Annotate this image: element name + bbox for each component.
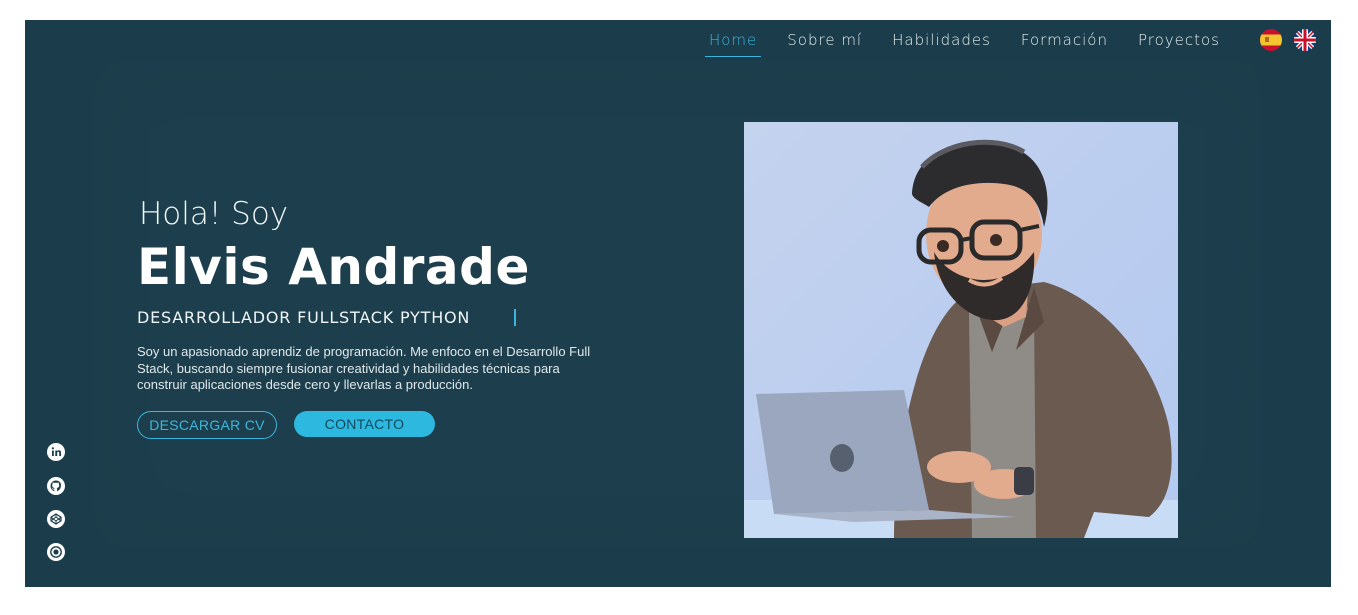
download-cv-button[interactable]: DESCARGAR CV (137, 411, 277, 439)
profile-illustration (744, 122, 1178, 538)
hero-role: DESARROLLADOR FULLSTACK PYTHON (137, 308, 471, 327)
uk-flag-icon[interactable] (1294, 29, 1316, 51)
linkedin-icon[interactable] (46, 442, 66, 462)
contact-button[interactable]: CONTACTO (294, 411, 435, 437)
github-icon[interactable] (46, 476, 66, 496)
hero-description: Soy un apasionado aprendiz de programaci… (137, 344, 591, 392)
top-nav: Home Sobre mí Habilidades Formación Proy… (679, 20, 1331, 60)
hero-name: Elvis Andrade (137, 238, 530, 296)
typing-cursor (514, 309, 516, 326)
codepen-icon[interactable] (46, 509, 66, 529)
hero-section: Home Sobre mí Habilidades Formación Proy… (25, 20, 1331, 587)
spanish-flag-icon[interactable] (1260, 29, 1282, 51)
nav-formacion[interactable]: Formación (1021, 31, 1108, 49)
nav-sobre-mi[interactable]: Sobre mí (787, 31, 862, 49)
nav-proyectos[interactable]: Proyectos (1138, 31, 1220, 49)
instagram-icon[interactable] (46, 542, 66, 562)
nav-home[interactable]: Home (704, 31, 762, 57)
nav-habilidades[interactable]: Habilidades (892, 31, 991, 49)
language-switcher (1248, 29, 1316, 51)
hero-greeting: Hola! Soy (139, 196, 289, 232)
